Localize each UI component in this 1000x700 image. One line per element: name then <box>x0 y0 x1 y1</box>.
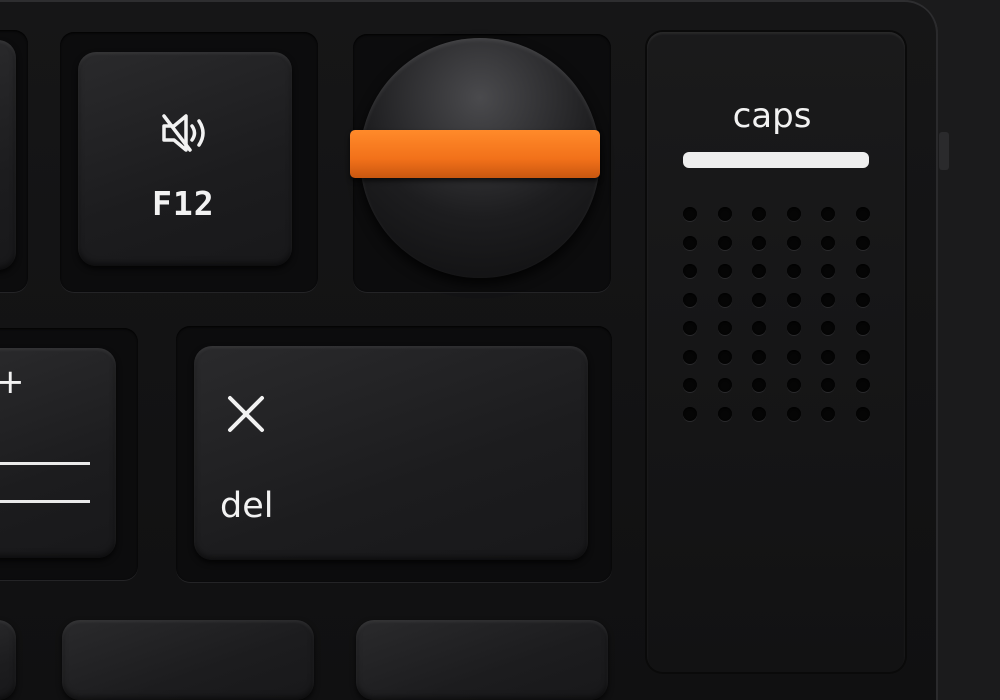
grille-hole <box>752 235 767 250</box>
grille-hole <box>752 321 767 335</box>
knob-indicator-stripe <box>350 130 600 178</box>
grille-hole <box>683 207 697 221</box>
grille-hole <box>752 378 767 392</box>
grille-hole <box>821 406 836 421</box>
grille-hole <box>752 349 767 364</box>
partial-key-bottom-mid[interactable] <box>62 620 314 700</box>
grille-hole <box>821 292 836 307</box>
grille-hole <box>786 406 801 421</box>
partial-key-bottom-right[interactable] <box>356 620 608 700</box>
grille-hole <box>821 378 836 392</box>
grille-hole <box>786 292 801 307</box>
grille-hole <box>855 292 870 307</box>
grille-hole <box>717 378 732 392</box>
grille-hole <box>855 207 870 221</box>
grille-hole <box>786 264 801 278</box>
grille-hole <box>752 292 767 307</box>
delete-key[interactable]: del <box>194 346 588 560</box>
caps-indicator-bar <box>683 152 869 168</box>
grille-hole <box>821 207 836 221</box>
grille-hole <box>855 406 870 421</box>
grille-hole <box>683 349 697 364</box>
grille-hole <box>786 349 801 364</box>
grille-hole <box>683 378 697 392</box>
grille-hole <box>752 406 767 421</box>
grille-hole <box>717 207 732 221</box>
grille-hole <box>683 292 697 307</box>
equals-bottom-line <box>0 500 90 503</box>
grille-hole <box>855 264 870 278</box>
grille-hole <box>683 321 697 335</box>
grille-hole <box>717 235 732 250</box>
grille-hole <box>821 264 836 278</box>
grille-hole <box>821 349 836 364</box>
speaker-grille <box>683 207 876 421</box>
grille-hole <box>786 321 801 335</box>
close-icon <box>228 396 264 432</box>
grille-hole <box>683 406 697 421</box>
side-button[interactable] <box>939 132 949 170</box>
partial-key-left-top[interactable] <box>0 40 16 270</box>
grille-hole <box>717 349 732 364</box>
caps-panel: caps <box>647 32 905 672</box>
grille-hole <box>821 321 836 335</box>
grille-hole <box>683 235 697 250</box>
grille-hole <box>855 378 870 392</box>
plus-key[interactable]: + <box>0 348 116 558</box>
partial-key-bottom-left[interactable] <box>0 620 16 700</box>
grille-hole <box>855 321 870 335</box>
grille-hole <box>752 207 767 221</box>
grille-hole <box>821 235 836 250</box>
speaker-mute-icon <box>162 114 205 152</box>
grille-hole <box>717 406 732 421</box>
delete-label: del <box>220 486 274 526</box>
grille-hole <box>786 378 801 392</box>
grille-hole <box>786 235 801 250</box>
plus-label: + <box>0 362 25 402</box>
grille-hole <box>855 349 870 364</box>
grille-hole <box>786 207 801 221</box>
grille-hole <box>717 321 732 335</box>
grille-hole <box>717 292 732 307</box>
caps-label: caps <box>732 96 812 136</box>
f12-key[interactable]: F12 <box>78 52 292 266</box>
grille-hole <box>752 264 767 278</box>
grille-hole <box>717 264 732 278</box>
grille-hole <box>683 264 697 278</box>
f12-label: F12 <box>152 184 215 223</box>
equals-top-line <box>0 462 90 465</box>
grille-hole <box>855 235 870 250</box>
